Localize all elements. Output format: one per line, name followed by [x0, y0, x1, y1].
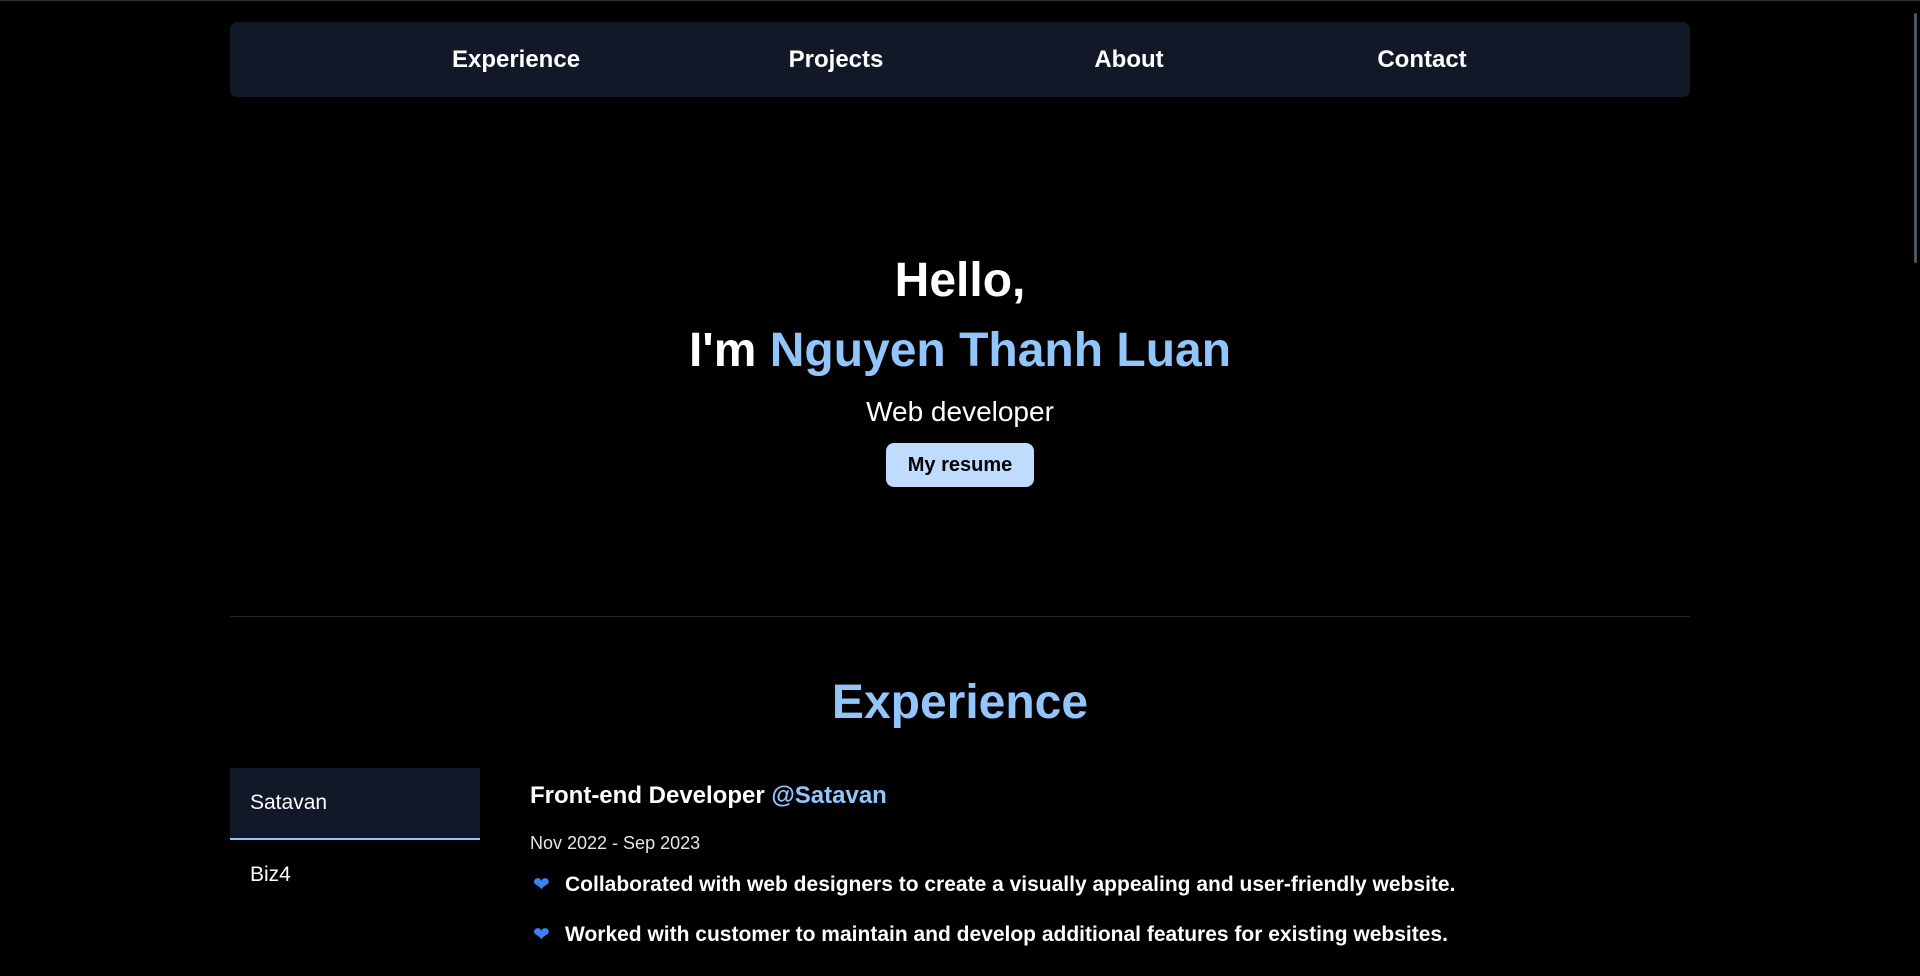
- job-company: @Satavan: [771, 782, 887, 809]
- portfolio-page: Experience Projects About Contact Hello,…: [0, 0, 1920, 976]
- tab-satavan[interactable]: Satavan: [230, 768, 480, 840]
- nav-link-contact[interactable]: Contact: [1377, 22, 1466, 97]
- job-bullet-list: ❤ Collaborated with web designers to cre…: [530, 870, 1680, 950]
- page-scrollbar[interactable]: [1906, 1, 1920, 976]
- hero-greeting: Hello,: [894, 254, 1026, 307]
- job-position: Front-end Developer: [530, 782, 765, 809]
- list-item: ❤ Collaborated with web designers to cre…: [530, 870, 1680, 900]
- top-navbar: Experience Projects About Contact: [230, 22, 1690, 97]
- experience-section-title: Experience: [831, 676, 1089, 729]
- job-dates: Nov 2022 - Sep 2023: [530, 833, 701, 853]
- hero-intro-prefix: I'm: [688, 324, 757, 377]
- resume-button[interactable]: My resume: [886, 443, 1034, 487]
- scrollbar-thumb[interactable]: [1914, 13, 1917, 263]
- nav-link-about[interactable]: About: [1094, 22, 1163, 97]
- hero-name: Nguyen Thanh Luan: [769, 324, 1232, 377]
- experience-tab-list: Satavan Biz4: [230, 768, 480, 910]
- blue-heart-icon: ❤: [533, 924, 550, 946]
- nav-link-experience[interactable]: Experience: [452, 22, 580, 97]
- bullet-text: Collaborated with web designers to creat…: [565, 873, 1456, 896]
- section-divider: [230, 616, 1690, 617]
- hero-intro: I'm Nguyen Thanh Luan: [0, 319, 1920, 383]
- hero-role: Web developer: [866, 396, 1054, 427]
- job-title: Front-end Developer @Satavan: [530, 776, 1680, 816]
- job-details: Front-end Developer @Satavan Nov 2022 - …: [530, 776, 1680, 970]
- list-item: ❤ Worked with customer to maintain and d…: [530, 920, 1680, 950]
- bullet-text: Worked with customer to maintain and dev…: [565, 923, 1448, 946]
- blue-heart-icon: ❤: [533, 874, 550, 896]
- nav-link-projects[interactable]: Projects: [789, 22, 884, 97]
- tab-biz4[interactable]: Biz4: [230, 840, 480, 910]
